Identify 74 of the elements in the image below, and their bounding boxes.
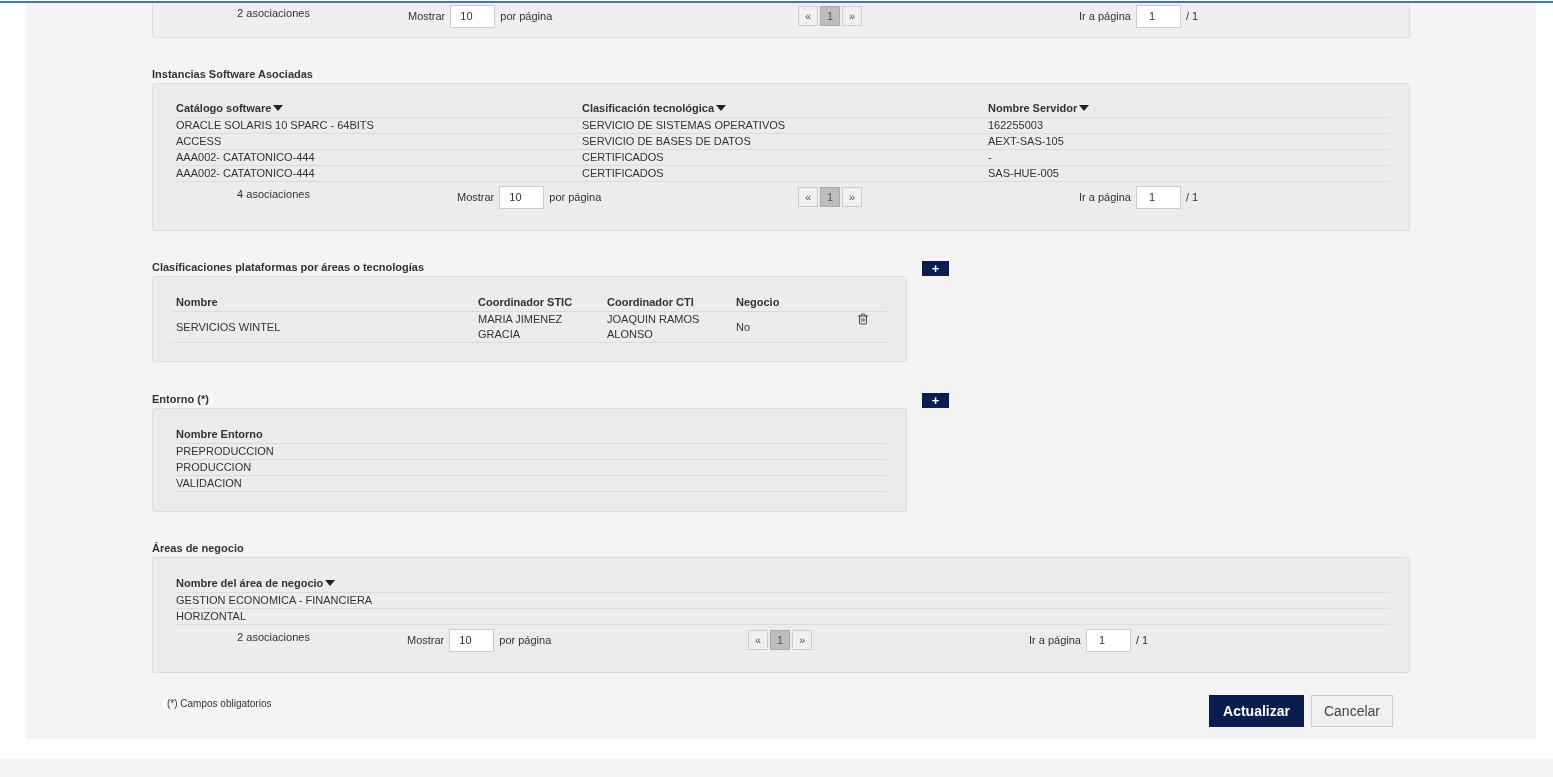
- page-total: / 1: [1186, 8, 1199, 24]
- column-header: Nombre Entorno: [176, 426, 264, 442]
- table-cell-text: AEXT-SAS-105: [988, 134, 1065, 150]
- table-cell-text: 162255003: [988, 118, 1045, 134]
- sort-caret-icon: [325, 579, 336, 586]
- table-cell-text: PREPRODUCCION: [176, 444, 275, 460]
- section-title: Entorno (*): [152, 393, 210, 407]
- previous-page-button[interactable]: «: [798, 6, 818, 26]
- section-title: Áreas de negocio: [152, 542, 245, 556]
- trash-icon[interactable]: [857, 313, 869, 325]
- next-page-button[interactable]: »: [792, 630, 812, 650]
- column-header: Nombre: [176, 294, 219, 310]
- go-to-page-field[interactable]: 1: [1136, 185, 1181, 209]
- show-label: Mostrar: [407, 632, 445, 648]
- go-to-page-label: Ir a página: [1079, 8, 1131, 24]
- table-cell-text: -: [988, 150, 993, 166]
- sort-caret-icon: [716, 104, 727, 111]
- section-title: Clasificaciones plataformas por áreas o tecnologías: [152, 261, 426, 275]
- add-button[interactable]: +: [922, 393, 949, 408]
- table-cell-text: SERVICIO DE BASES DE DATOS: [582, 134, 752, 150]
- column-header[interactable]: Clasificación tecnológica: [582, 99, 988, 116]
- column-header: Coordinador STIC: [478, 294, 574, 310]
- previous-page-button[interactable]: «: [798, 187, 818, 207]
- section-title: Instancias Software Asociadas: [152, 68, 314, 82]
- page-size-field[interactable]: 10: [449, 628, 495, 652]
- sort-caret-icon: [1079, 104, 1090, 111]
- next-page-button[interactable]: »: [842, 6, 862, 26]
- go-to-page-field[interactable]: 1: [1136, 4, 1181, 28]
- table-cell-text: SERVICIO DE SISTEMAS OPERATIVOS: [582, 118, 787, 134]
- table-cell-text: CERTIFICADOS: [582, 166, 665, 182]
- add-button[interactable]: +: [922, 261, 949, 276]
- page-size-field[interactable]: 10: [450, 4, 496, 28]
- table-cell-text: PRODUCCION: [176, 460, 253, 476]
- current-page-button[interactable]: 1: [820, 6, 840, 26]
- go-to-page-label: Ir a página: [1029, 632, 1081, 648]
- table-cell-text: ACCESS: [176, 134, 223, 150]
- column-header[interactable]: Nombre del área de negocio: [176, 574, 1390, 591]
- go-to-page-label: Ir a página: [1079, 189, 1131, 205]
- table-cell-text: VALIDACION: [176, 476, 243, 492]
- page-size-field[interactable]: 10: [499, 185, 545, 209]
- table-cell-text: JOAQUIN RAMOS ALONSO: [607, 312, 701, 342]
- next-page-button[interactable]: »: [842, 187, 862, 207]
- show-label: Mostrar: [408, 8, 446, 24]
- table-cell-text: No: [736, 319, 752, 335]
- table-cell-text: ORACLE SOLARIS 10 SPARC - 64BITS: [176, 118, 375, 134]
- table-cell-text: SERVICIOS WINTEL: [176, 319, 282, 335]
- page-total: / 1: [1186, 189, 1199, 205]
- page-total: / 1: [1136, 632, 1149, 648]
- table-cell-text: CERTIFICADOS: [582, 150, 665, 166]
- column-header: Negocio: [736, 294, 781, 310]
- column-header: Coordinador CTI: [607, 294, 695, 310]
- column-header[interactable]: Nombre Servidor: [988, 99, 1390, 116]
- show-label: Mostrar: [457, 189, 495, 205]
- per-page-label: por página: [500, 8, 553, 24]
- go-to-page-field[interactable]: 1: [1086, 628, 1131, 652]
- update-button[interactable]: Actualizar: [1209, 695, 1304, 727]
- table-cell-text: HORIZONTAL: [176, 609, 248, 625]
- per-page-label: por página: [499, 632, 552, 648]
- required-fields-note: (*) Campos obligatorios: [167, 697, 273, 711]
- current-page-button[interactable]: 1: [770, 630, 790, 650]
- association-count: 2 asociaciones: [236, 5, 311, 21]
- association-count: 4 asociaciones: [236, 186, 311, 202]
- column-header[interactable]: Catálogo software: [176, 99, 582, 116]
- previous-page-button[interactable]: «: [748, 630, 768, 650]
- table-cell-text: AAA002- CATATONICO-444: [176, 166, 316, 182]
- association-count: 2 asociaciones: [236, 629, 311, 645]
- table-cell-text: SAS-HUE-005: [988, 166, 1060, 182]
- cancel-button[interactable]: Cancelar: [1310, 695, 1393, 727]
- current-page-button[interactable]: 1: [820, 187, 840, 207]
- sort-caret-icon: [273, 104, 284, 111]
- table-cell-text: AAA002- CATATONICO-444: [176, 150, 316, 166]
- table-cell-text: MARIA JIMENEZ GRACIA: [478, 312, 564, 342]
- table-cell-text: GESTION ECONOMICA - FINANCIERA: [176, 593, 374, 609]
- per-page-label: por página: [549, 189, 602, 205]
